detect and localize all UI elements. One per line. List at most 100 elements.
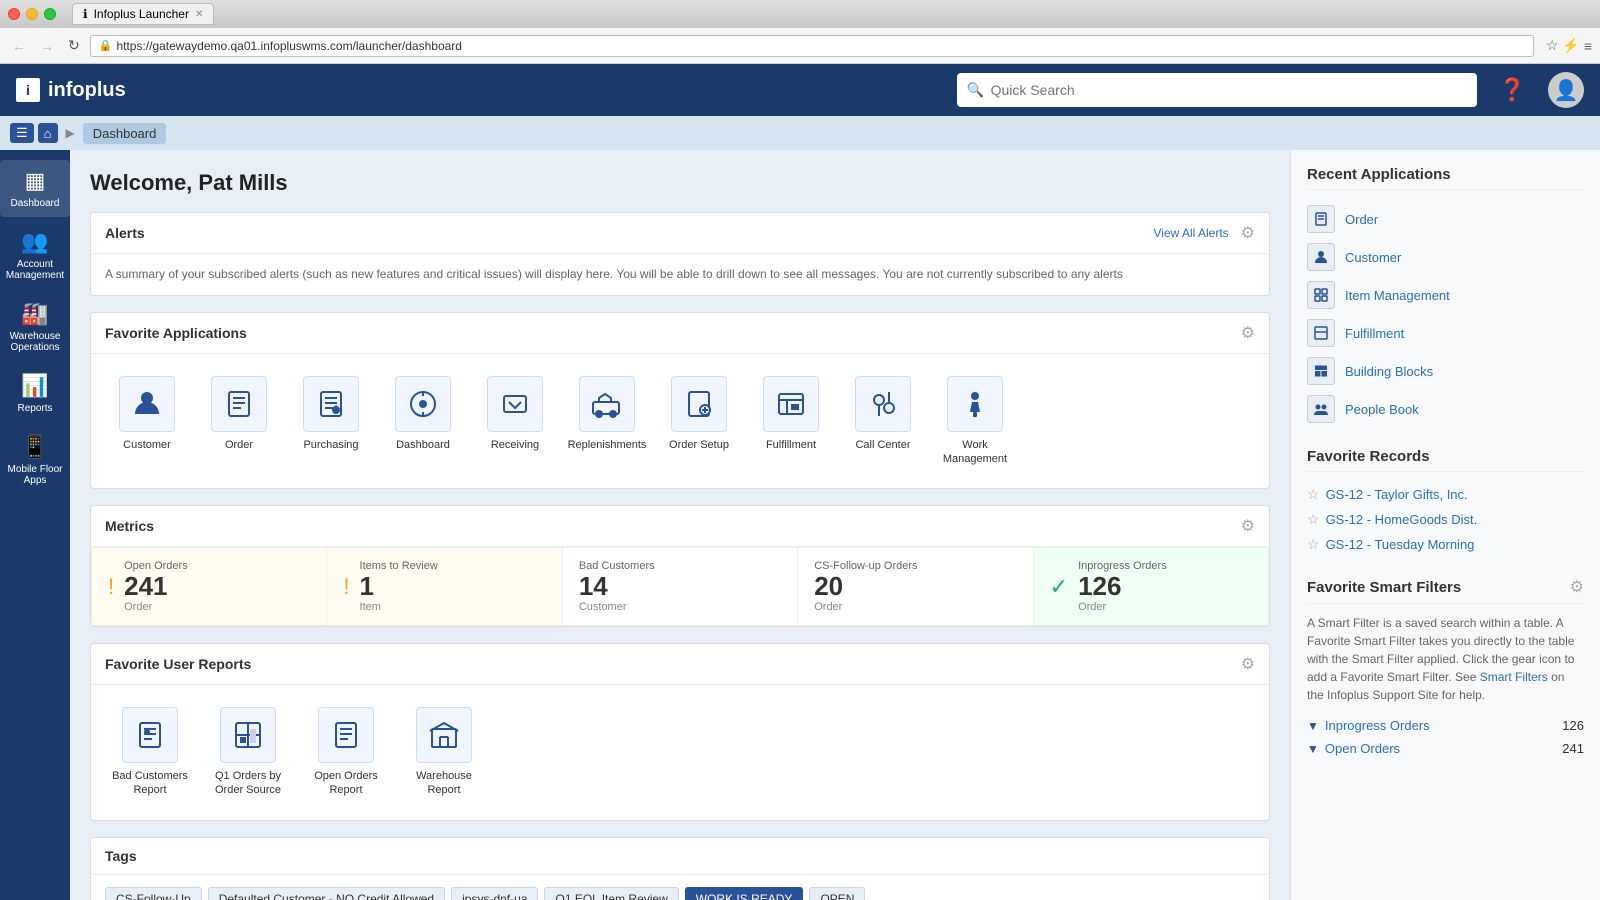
- smart-filter-open-orders[interactable]: ▼ Open Orders 241: [1307, 737, 1584, 760]
- sidebar-item-reports[interactable]: 📊 Reports: [0, 365, 70, 422]
- app-purchasing[interactable]: $ Purchasing: [289, 366, 373, 477]
- help-icon[interactable]: ❓: [1499, 77, 1526, 103]
- favorite-reports-gear-icon[interactable]: ⚙: [1241, 654, 1255, 674]
- tuesday-morning-link[interactable]: GS-12 - Tuesday Morning: [1326, 537, 1475, 552]
- tag-work-is-ready[interactable]: WORK IS READY: [685, 887, 804, 900]
- metric-items-to-review[interactable]: ! Items to Review 1 Item: [327, 548, 562, 625]
- browser-tab[interactable]: ℹ Infoplus Launcher ✕: [72, 3, 214, 25]
- smart-filter-inprogress[interactable]: ▼ Inprogress Orders 126: [1307, 714, 1584, 737]
- hamburger-menu-button[interactable]: ☰: [10, 123, 34, 143]
- main-body: ▦ Dashboard 👥 Account Management 🏭 Wareh…: [0, 150, 1600, 900]
- address-bar[interactable]: 🔒 https://gatewaydemo.qa01.infopluswms.c…: [90, 35, 1534, 57]
- metric-cs-followup-info: CS-Follow-up Orders 20 Order: [814, 560, 917, 613]
- app-fulfillment[interactable]: Fulfillment: [749, 366, 833, 477]
- top-nav: i infoplus 🔍 ❓ 👤: [0, 64, 1600, 116]
- account-management-icon: 👥: [21, 229, 48, 255]
- metric-open-orders[interactable]: ! Open Orders 241 Order: [92, 548, 327, 625]
- menu-button[interactable]: ≡: [1584, 37, 1592, 54]
- tab-close-icon[interactable]: ✕: [195, 9, 203, 20]
- extension-button[interactable]: ⚡: [1562, 37, 1579, 54]
- sidebar-item-mobile-floor-apps[interactable]: 📱 Mobile Floor Apps: [0, 426, 70, 494]
- alerts-gear-icon[interactable]: ⚙: [1241, 223, 1255, 243]
- app-work-management[interactable]: Work Management: [933, 366, 1017, 477]
- mobile-icon: 📱: [21, 434, 48, 460]
- open-orders-filter-link[interactable]: Open Orders: [1325, 741, 1556, 756]
- search-input[interactable]: [957, 73, 1477, 107]
- reload-button[interactable]: ↻: [64, 35, 84, 56]
- metrics-gear-icon[interactable]: ⚙: [1241, 516, 1255, 536]
- tag-q1-eol-item-review[interactable]: Q1 EOL Item Review: [544, 887, 678, 900]
- favorite-record-tuesday[interactable]: ☆ GS-12 - Tuesday Morning: [1307, 532, 1584, 557]
- order-app-icon: [211, 376, 267, 432]
- app-order-setup[interactable]: Order Setup: [657, 366, 741, 477]
- tag-open[interactable]: OPEN: [809, 887, 865, 900]
- sidebar-mobile-label: Mobile Floor Apps: [4, 464, 66, 486]
- smart-filters-gear-icon[interactable]: ⚙: [1570, 577, 1584, 597]
- home-button[interactable]: ⌂: [38, 123, 58, 143]
- item-management-recent-link[interactable]: Item Management: [1345, 288, 1450, 303]
- app-customer[interactable]: Customer: [105, 366, 189, 477]
- report-q1-orders[interactable]: Q1 Orders by Order Source: [203, 697, 293, 808]
- metric-items-info: Items to Review 1 Item: [360, 560, 438, 613]
- favorite-record-homegoods[interactable]: ☆ GS-12 - HomeGoods Dist.: [1307, 507, 1584, 532]
- customer-recent-link[interactable]: Customer: [1345, 250, 1401, 265]
- metric-bad-customers[interactable]: Bad Customers 14 Customer: [563, 548, 798, 625]
- receiving-app-label: Receiving: [491, 438, 539, 452]
- recent-app-building-blocks[interactable]: Building Blocks: [1307, 352, 1584, 390]
- back-button[interactable]: ←: [8, 36, 30, 56]
- tag-ipsys-dnf-ua[interactable]: ipsys-dnf-ua: [451, 887, 538, 900]
- mac-minimize-button[interactable]: [26, 8, 38, 20]
- report-open-orders[interactable]: Open Orders Report: [301, 697, 391, 808]
- tag-cs-follow-up[interactable]: CS-Follow-Up: [105, 887, 202, 900]
- dashboard-app-label: Dashboard: [396, 438, 450, 452]
- fulfillment-recent-link[interactable]: Fulfillment: [1345, 326, 1404, 341]
- report-warehouse[interactable]: Warehouse Report: [399, 697, 489, 808]
- inprogress-filter-link[interactable]: Inprogress Orders: [1325, 718, 1556, 733]
- tag-defaulted-customer[interactable]: Defaulted Customer - NO Credit Allowed: [208, 887, 445, 900]
- app-receiving[interactable]: Receiving: [473, 366, 557, 477]
- favorite-record-taylor[interactable]: ☆ GS-12 - Taylor Gifts, Inc.: [1307, 482, 1584, 507]
- bookmark-button[interactable]: ☆: [1546, 37, 1559, 54]
- mac-maximize-button[interactable]: [44, 8, 56, 20]
- metric-inprogress-orders[interactable]: ✓ Inprogress Orders 126 Order: [1034, 548, 1268, 625]
- q1-orders-report-label: Q1 Orders by Order Source: [209, 769, 287, 798]
- customer-app-label: Customer: [123, 438, 171, 452]
- order-recent-link[interactable]: Order: [1345, 212, 1378, 227]
- replenishments-app-label: Replenishments: [568, 438, 647, 452]
- recent-app-item-management[interactable]: Item Management: [1307, 276, 1584, 314]
- user-avatar[interactable]: 👤: [1548, 72, 1584, 108]
- favorite-reports-panel: Favorite User Reports ⚙ Bad Customers Re…: [90, 643, 1270, 821]
- forward-button[interactable]: →: [36, 36, 58, 56]
- people-book-recent-link[interactable]: People Book: [1345, 402, 1419, 417]
- recent-app-fulfillment[interactable]: Fulfillment: [1307, 314, 1584, 352]
- app-replenishments[interactable]: Replenishments: [565, 366, 649, 477]
- customer-app-icon: [119, 376, 175, 432]
- logo-text: infoplus: [48, 79, 126, 102]
- favorite-apps-gear-icon[interactable]: ⚙: [1241, 323, 1255, 343]
- mac-close-button[interactable]: [8, 8, 20, 20]
- people-book-recent-icon: [1307, 395, 1335, 423]
- sidebar-item-warehouse-operations[interactable]: 🏭 Warehouse Operations: [0, 293, 70, 361]
- homegoods-link[interactable]: GS-12 - HomeGoods Dist.: [1326, 512, 1478, 527]
- work-management-app-label: Work Management: [939, 438, 1011, 467]
- metric-cs-followup[interactable]: CS-Follow-up Orders 20 Order: [798, 548, 1033, 625]
- app-call-center[interactable]: Call Center: [841, 366, 925, 477]
- smart-filters-link[interactable]: Smart Filters: [1480, 670, 1548, 684]
- favorite-apps-body: Customer Order $ Purchasi: [91, 354, 1269, 489]
- item-management-recent-icon: [1307, 281, 1335, 309]
- sidebar-item-dashboard[interactable]: ▦ Dashboard: [0, 160, 70, 217]
- dashboard-app-icon: [395, 376, 451, 432]
- sidebar-item-account-management[interactable]: 👥 Account Management: [0, 221, 70, 289]
- building-blocks-recent-link[interactable]: Building Blocks: [1345, 364, 1433, 379]
- recent-app-people-book[interactable]: People Book: [1307, 390, 1584, 428]
- recent-app-customer[interactable]: Customer: [1307, 238, 1584, 276]
- app-dashboard[interactable]: Dashboard: [381, 366, 465, 477]
- filter-icon-open-orders: ▼: [1307, 742, 1319, 756]
- recent-app-order[interactable]: Order: [1307, 200, 1584, 238]
- app-order[interactable]: Order: [197, 366, 281, 477]
- taylor-gifts-link[interactable]: GS-12 - Taylor Gifts, Inc.: [1326, 487, 1468, 502]
- metric-cs-followup-sublabel: Order: [814, 601, 917, 613]
- report-bad-customers[interactable]: Bad Customers Report: [105, 697, 195, 808]
- view-all-alerts-link[interactable]: View All Alerts: [1154, 226, 1229, 240]
- q1-orders-report-icon: [220, 707, 276, 763]
